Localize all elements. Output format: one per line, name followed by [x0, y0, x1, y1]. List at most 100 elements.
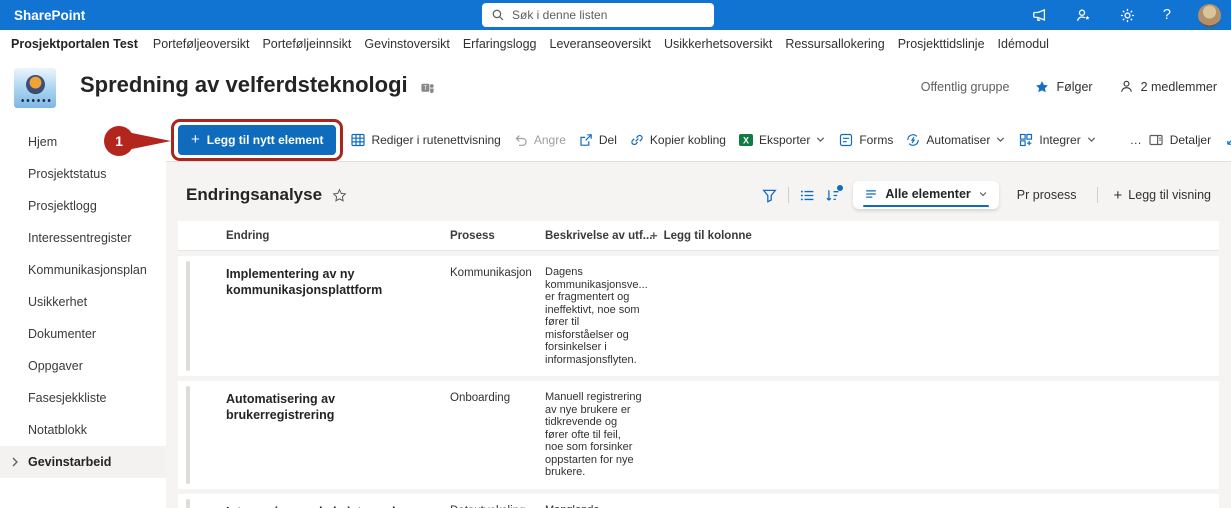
sharepoint-logo-text[interactable]: SharePoint: [0, 8, 85, 23]
sidebar-item-label: Oppgaver: [28, 359, 83, 373]
chevron-down-icon: [1086, 134, 1097, 145]
search-box[interactable]: [482, 3, 714, 27]
sidebar-item[interactable]: Fasesjekkliste: [0, 382, 166, 414]
sidebar-item-label: Prosjektlogg: [28, 199, 97, 213]
page-title: Spredning av velferdsteknologi: [80, 72, 408, 98]
hub-nav-tab[interactable]: Ressursallokering: [785, 37, 884, 51]
command-bar-button-label: …: [1130, 133, 1142, 147]
sidebar-item[interactable]: Prosjektlogg: [0, 190, 166, 222]
command-bar-button[interactable]: Automatiser: [899, 124, 1012, 156]
table-row[interactable]: Automatisering av brukerregistrering Onb…: [178, 381, 1219, 489]
table-body: Implementering av ny kommunikasjonsplatt…: [178, 256, 1219, 508]
hub-nav-tab[interactable]: Gevinstoversikt: [364, 37, 449, 51]
divider: [788, 187, 789, 203]
person-badge-icon[interactable]: [1075, 7, 1092, 24]
column-header-beskrivelse[interactable]: Beskrivelse av utf...: [545, 230, 650, 242]
annotation-step-badge: 1: [104, 126, 134, 156]
chevron-down-icon: [995, 134, 1006, 145]
command-bar-button-label: Automatiser: [926, 133, 990, 147]
command-bar-button[interactable]: Rediger i rutenettvisning: [344, 124, 506, 156]
table-row[interactable]: Integrasjon med eksisterende helsesystem…: [178, 494, 1219, 508]
grid-edit-icon: [350, 132, 366, 148]
command-bar-button[interactable]: Kopier kobling: [623, 124, 732, 156]
sidebar-item[interactable]: Gevinstarbeid: [0, 446, 166, 478]
command-bar-button[interactable]: X Eksporter: [732, 124, 832, 156]
hub-nav-tab[interactable]: Idémodul: [998, 37, 1049, 51]
main-content: + Legg til nytt element: [166, 118, 1231, 508]
sidebar-item-label: Usikkerhet: [28, 295, 87, 309]
hub-brand-link[interactable]: Prosjektportalen Test: [11, 37, 138, 51]
hub-nav-tab[interactable]: Usikkerhetsoversikt: [664, 37, 772, 51]
cell-beskrivelse: Manuell registrering av nye brukere er t…: [545, 391, 650, 479]
list-region: Endringsanalyse Alle elementer Pr proses…: [166, 163, 1231, 508]
hub-nav-tab[interactable]: Erfaringslogg: [463, 37, 537, 51]
svg-text:X: X: [743, 135, 749, 145]
suite-bar: SharePoint ?: [0, 0, 1231, 30]
automate-flow-icon: [905, 132, 921, 148]
command-bar-button[interactable]: Angre: [507, 124, 572, 156]
add-view-button[interactable]: + Legg til visning: [1108, 182, 1217, 209]
excel-icon: X: [738, 132, 754, 148]
command-bar-button[interactable]: Integrer: [1012, 124, 1102, 156]
cell-prosess: Kommunikasjon: [450, 266, 545, 366]
view-tab-secondary[interactable]: Pr prosess: [1007, 182, 1087, 208]
sidebar-item[interactable]: Prosjektstatus: [0, 158, 166, 190]
favorite-star-icon[interactable]: [332, 188, 347, 203]
add-column-button[interactable]: + Legg til kolonne: [650, 229, 1219, 242]
column-header-endring[interactable]: Endring: [226, 230, 450, 242]
list-view-icon: [864, 187, 878, 201]
chevron-right-icon: [9, 456, 21, 468]
details-button[interactable]: Detaljer: [1148, 132, 1211, 148]
follow-star-icon: [1035, 80, 1049, 94]
sidebar-item[interactable]: Notatblokk: [0, 414, 166, 446]
sidebar-item-label: Dokumenter: [28, 327, 96, 341]
hub-nav-tab[interactable]: Porteføljeinnsikt: [262, 37, 351, 51]
command-bar-button[interactable]: Forms: [832, 124, 899, 156]
cell-endring[interactable]: Automatisering av brukerregistrering: [226, 391, 450, 479]
avatar[interactable]: [1198, 4, 1221, 27]
list-title: Endringsanalyse: [186, 185, 322, 205]
teams-icon: T: [420, 80, 435, 95]
search-icon: [491, 8, 505, 22]
members-button[interactable]: 2 medlemmer: [1119, 79, 1217, 94]
table-row[interactable]: Implementering av ny kommunikasjonsplatt…: [178, 256, 1219, 376]
add-new-item-button[interactable]: + Legg til nytt element: [178, 125, 336, 155]
column-header-prosess[interactable]: Prosess: [450, 230, 545, 242]
megaphone-icon[interactable]: [1031, 7, 1048, 24]
command-bar-button[interactable]: …: [1103, 124, 1148, 156]
help-icon[interactable]: ?: [1163, 7, 1171, 23]
settings-gear-icon[interactable]: [1119, 7, 1136, 24]
table-header-row: Endring Prosess Beskrivelse av utf... + …: [178, 221, 1219, 251]
search-input[interactable]: [512, 8, 692, 22]
sidebar-item[interactable]: Interessentregister: [0, 222, 166, 254]
command-bar-button[interactable]: Del: [572, 124, 623, 156]
row-accent-bar: [186, 261, 190, 371]
site-logo[interactable]: [14, 68, 56, 108]
site-logo-emblem: [26, 75, 45, 94]
sidebar-item[interactable]: Kommunikasjonsplan: [0, 254, 166, 286]
sidebar-item[interactable]: Dokumenter: [0, 318, 166, 350]
cell-prosess: Onboarding: [450, 391, 545, 479]
group-by-icon[interactable]: [799, 187, 816, 204]
filter-icon[interactable]: [761, 187, 778, 204]
undo-icon: [513, 132, 529, 148]
svg-text:T: T: [423, 85, 427, 92]
follow-button[interactable]: Følger: [1035, 80, 1092, 94]
hub-navigation: Prosjektportalen Test Porteføljeoversikt…: [0, 30, 1231, 58]
hub-nav-tab[interactable]: Prosjekttidslinje: [898, 37, 985, 51]
row-accent-bar: [186, 499, 190, 508]
forms-icon: [838, 132, 854, 148]
command-bar-button-label: Kopier kobling: [650, 133, 726, 147]
cell-endring[interactable]: Implementering av ny kommunikasjonsplatt…: [226, 266, 450, 366]
sidebar-item-label: Hjem: [28, 135, 57, 149]
sort-active-badge: [837, 185, 843, 191]
cell-beskrivelse: Manglende integrasjon med eksisterende h…: [545, 504, 650, 508]
hub-nav-tab[interactable]: Leveranseoversikt: [550, 37, 651, 51]
sidebar-item[interactable]: Usikkerhet: [0, 286, 166, 318]
expand-icon[interactable]: [1225, 132, 1231, 147]
cell-endring[interactable]: Integrasjon med eksisterende helsesystem…: [226, 504, 450, 508]
command-bar-button-label: Eksporter: [759, 133, 810, 147]
view-tab-current[interactable]: Alle elementer: [853, 181, 998, 209]
sidebar-item[interactable]: Oppgaver: [0, 350, 166, 382]
hub-nav-tab[interactable]: Porteføljeoversikt: [153, 37, 250, 51]
